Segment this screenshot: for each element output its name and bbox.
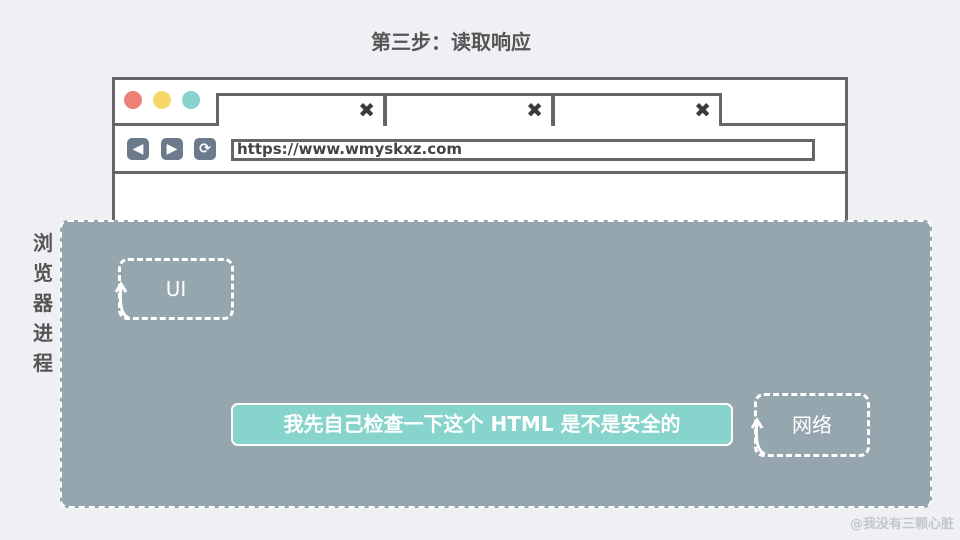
process-label-char: 览: [33, 261, 53, 285]
process-label-char: 进: [33, 321, 53, 345]
close-icon[interactable]: ✖: [358, 98, 375, 122]
close-icon[interactable]: ✖: [526, 98, 543, 122]
browser-tab-3[interactable]: ✖: [552, 93, 722, 126]
network-module-label: 网络: [792, 413, 832, 437]
process-label-char: 器: [33, 291, 53, 315]
browser-tab-2[interactable]: ✖: [384, 93, 554, 126]
browser-toolbar: ◀ ▶ ⟳ https://www.wmyskxz.com: [115, 126, 845, 174]
ui-module-label: UI: [165, 277, 187, 301]
address-bar[interactable]: https://www.wmyskxz.com: [231, 139, 815, 161]
watermark: @我没有三颗心脏: [849, 517, 954, 532]
message-banner: 我先自己检查一下这个 HTML 是不是安全的: [231, 403, 733, 446]
back-arrow-icon[interactable]: ◀: [127, 138, 149, 160]
browser-tab-1[interactable]: ✖: [216, 93, 386, 126]
page-title: 第三步：读取响应: [371, 30, 531, 54]
process-label-char: 程: [33, 351, 53, 375]
curved-arrow-icon: [114, 281, 130, 320]
process-label: 浏 览 器 进 程: [30, 228, 56, 378]
close-window-dot[interactable]: [124, 91, 142, 109]
minimize-window-dot[interactable]: [153, 91, 171, 109]
forward-arrow-icon[interactable]: ▶: [161, 138, 183, 160]
ui-module: UI: [118, 258, 234, 320]
close-icon[interactable]: ✖: [694, 98, 711, 122]
tab-bar: ✖ ✖ ✖: [115, 80, 845, 126]
process-label-char: 浏: [33, 231, 53, 255]
reload-icon[interactable]: ⟳: [194, 138, 216, 160]
maximize-window-dot[interactable]: [182, 91, 200, 109]
curved-arrow-icon: [750, 417, 766, 456]
browser-window: ✖ ✖ ✖ ◀ ▶ ⟳ https://www.wmyskxz.com: [112, 77, 848, 237]
network-module: 网络: [754, 393, 870, 457]
